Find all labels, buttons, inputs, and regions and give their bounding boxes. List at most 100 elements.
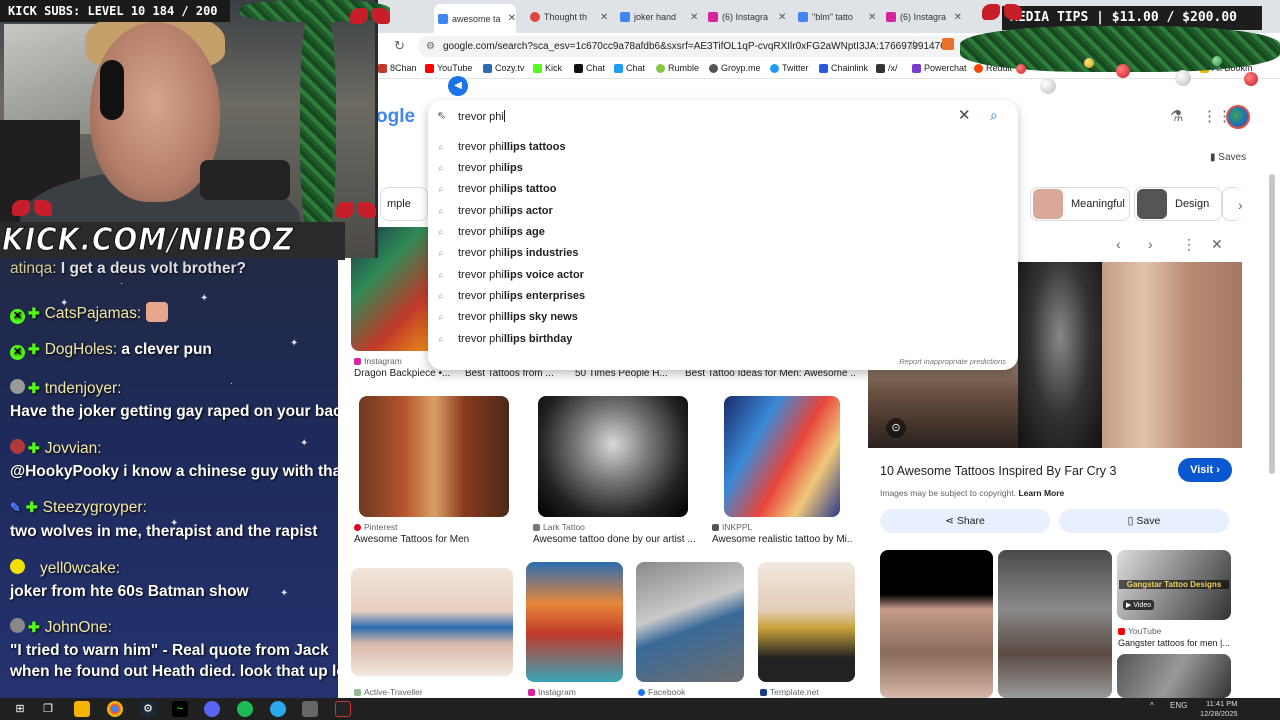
bookmark-chat-2[interactable]: Chat: [614, 63, 645, 73]
close-tab-icon[interactable]: ✕: [778, 12, 786, 23]
share-button[interactable]: ⋖ Share: [880, 509, 1050, 533]
chip-example[interactable]: mple: [380, 187, 428, 221]
bookmark-8chan[interactable]: 8Chan: [378, 63, 417, 73]
close-tab-icon[interactable]: ✕: [868, 12, 876, 23]
page-scrollbar[interactable]: [1269, 174, 1275, 474]
close-tab-icon[interactable]: ✕: [690, 12, 698, 23]
app-icon[interactable]: [302, 701, 318, 717]
suggestion-item[interactable]: ⌕ trevor phi lips actor: [438, 201, 1008, 221]
bookmark-rumble[interactable]: Rumble: [656, 63, 699, 73]
more-options-icon[interactable]: ⋮: [1182, 236, 1196, 253]
tab-blm-tattoo[interactable]: "blm" tatto ✕: [794, 6, 884, 28]
suggestion-item[interactable]: ⌕ trevor phi lips: [438, 158, 1008, 178]
learn-more-link[interactable]: Learn More: [1018, 488, 1064, 498]
chip-design[interactable]: Design: [1134, 187, 1222, 221]
file-explorer-icon[interactable]: [74, 701, 90, 717]
ornament-decoration: [1244, 72, 1258, 86]
labs-flask-icon[interactable]: ⚗: [1170, 107, 1183, 125]
close-icon[interactable]: ✕: [1211, 236, 1223, 253]
preview-title[interactable]: 10 Awesome Tattoos Inspired By Far Cry 3: [880, 464, 1116, 478]
tab-joker-hand[interactable]: joker hand ✕: [616, 6, 702, 28]
report-predictions-link[interactable]: Report inappropriate predictions: [899, 357, 1006, 366]
close-tab-icon[interactable]: ✕: [954, 12, 962, 23]
bookmark-chat[interactable]: Chat: [574, 63, 605, 73]
kick-app-icon[interactable]: ~: [172, 701, 188, 717]
google-logo[interactable]: ogle: [376, 106, 415, 128]
discord-icon[interactable]: [204, 701, 220, 717]
result-image-sleeve[interactable]: [526, 562, 623, 682]
language-indicator[interactable]: ENG: [1170, 701, 1187, 710]
bookmark-groyp[interactable]: Groyp.me: [709, 63, 761, 73]
bookmark-chainlink[interactable]: Chainlink: [819, 63, 868, 73]
related-image[interactable]: [1117, 654, 1231, 698]
chat-message-text: "I tried to warn him" - Real quote from …: [10, 642, 329, 659]
chevron-right-icon[interactable]: ›: [1148, 236, 1153, 252]
bookmark-youtube[interactable]: YouTube: [425, 63, 472, 73]
windows-start-icon[interactable]: ⊞: [12, 701, 28, 717]
spotify-icon[interactable]: [237, 701, 253, 717]
ornament-decoration: [1175, 70, 1191, 86]
result-image-realistic[interactable]: [724, 396, 840, 517]
suggestion-item[interactable]: ⌕ trevor phi lips voice actor: [438, 265, 1008, 285]
steam-icon[interactable]: ⚙: [140, 701, 156, 717]
sub-badge-icon: ✚: [28, 380, 40, 396]
saves-link[interactable]: ▮ Saves: [1210, 152, 1246, 163]
suggestion-item[interactable]: ⌕ trevor phi llips birthday: [438, 329, 1008, 349]
reload-icon[interactable]: ↻: [394, 38, 405, 54]
bookmark-cozy[interactable]: Cozy.tv: [483, 63, 524, 73]
tab-instagram[interactable]: (6) Instagra ✕: [704, 6, 792, 28]
lens-icon[interactable]: ⊙: [886, 418, 906, 438]
bow-decoration: [12, 196, 52, 224]
clear-search-icon[interactable]: ✕: [958, 106, 971, 124]
chip-meaningful[interactable]: Meaningful: [1030, 187, 1130, 221]
result-title[interactable]: Gangster tattoos for men |...: [1118, 638, 1233, 648]
close-tab-icon[interactable]: ✕: [600, 12, 608, 23]
search-icon[interactable]: ⌕: [990, 107, 998, 124]
result-image-machine[interactable]: [758, 562, 855, 682]
result-title[interactable]: Awesome realistic tattoo by Mi...: [712, 534, 852, 545]
tab-awesome-tattoos[interactable]: awesome ta ✕: [434, 4, 516, 33]
suggestion-item[interactable]: ⌕ trevor phi lips enterprises: [438, 286, 1008, 306]
related-image-gangster[interactable]: Gangstar Tattoo Designs ▶ Video: [1117, 550, 1231, 620]
suggestion-item[interactable]: ⌕ trevor phi lips industries: [438, 243, 1008, 263]
result-image-arm-tattoo[interactable]: [359, 396, 509, 517]
speaker-icon[interactable]: ◀: [448, 76, 468, 96]
result-image-skull-woman[interactable]: [538, 396, 688, 517]
chrome-icon[interactable]: [107, 701, 123, 717]
suggestion-item[interactable]: ⌕ trevor phi lips tattoo: [438, 179, 1008, 199]
bookmark-kick[interactable]: Kick: [533, 63, 562, 73]
browser-window: awesome ta ✕ Thought th ✕ joker hand ✕ (6) …: [338, 0, 1280, 698]
bookmark-star-icon[interactable]: ☆: [908, 37, 920, 53]
tray-chevron-icon[interactable]: ^: [1150, 701, 1154, 710]
bookmark-powerchat[interactable]: Powerchat: [912, 63, 967, 73]
site-info-icon[interactable]: ⚙: [426, 36, 435, 57]
bookmark-x[interactable]: /x/: [876, 63, 898, 73]
bookmark-twitter[interactable]: Twitter: [770, 63, 809, 73]
chevron-left-icon[interactable]: ‹: [1116, 236, 1121, 252]
save-button[interactable]: ▯ Save: [1059, 509, 1229, 533]
suggestion-item[interactable]: ⌕ trevor phi llips sky news: [438, 307, 1008, 327]
result-image-eye[interactable]: [636, 562, 744, 682]
related-image[interactable]: [880, 550, 993, 698]
search-input[interactable]: trevor phi: [458, 110, 505, 123]
url-field[interactable]: ⚙ google.com/search?sca_esv=1c670cc9a78a…: [418, 36, 978, 57]
suggestion-item[interactable]: ⌕ trevor phi lips age: [438, 222, 1008, 242]
instagram-icon: [528, 689, 535, 696]
close-tab-icon[interactable]: ✕: [508, 13, 516, 24]
suggestion-item[interactable]: ⌕ trevor phi llips tattoos: [438, 137, 1008, 157]
tab-thought[interactable]: Thought th ✕: [526, 6, 614, 28]
result-image-wave[interactable]: [351, 568, 513, 676]
tab-instagram-2[interactable]: (6) Instagra ✕: [882, 6, 962, 28]
metamask-extension-icon[interactable]: [942, 38, 954, 50]
task-view-icon[interactable]: ❐: [40, 701, 56, 717]
telegram-icon[interactable]: [270, 701, 286, 717]
visit-button[interactable]: Visit ›: [1178, 458, 1232, 482]
chevron-right-icon[interactable]: ›: [1238, 197, 1243, 213]
account-avatar[interactable]: [1226, 105, 1250, 129]
system-clock[interactable]: 11:41 PM 12/28/2025: [1200, 699, 1238, 719]
result-title[interactable]: Awesome Tattoos for Men: [354, 534, 519, 545]
related-image[interactable]: [998, 550, 1112, 698]
result-title[interactable]: Awesome tattoo done by our artist ...: [533, 534, 698, 545]
lark-tattoo-icon: [533, 524, 540, 531]
obs-icon[interactable]: [335, 701, 351, 717]
